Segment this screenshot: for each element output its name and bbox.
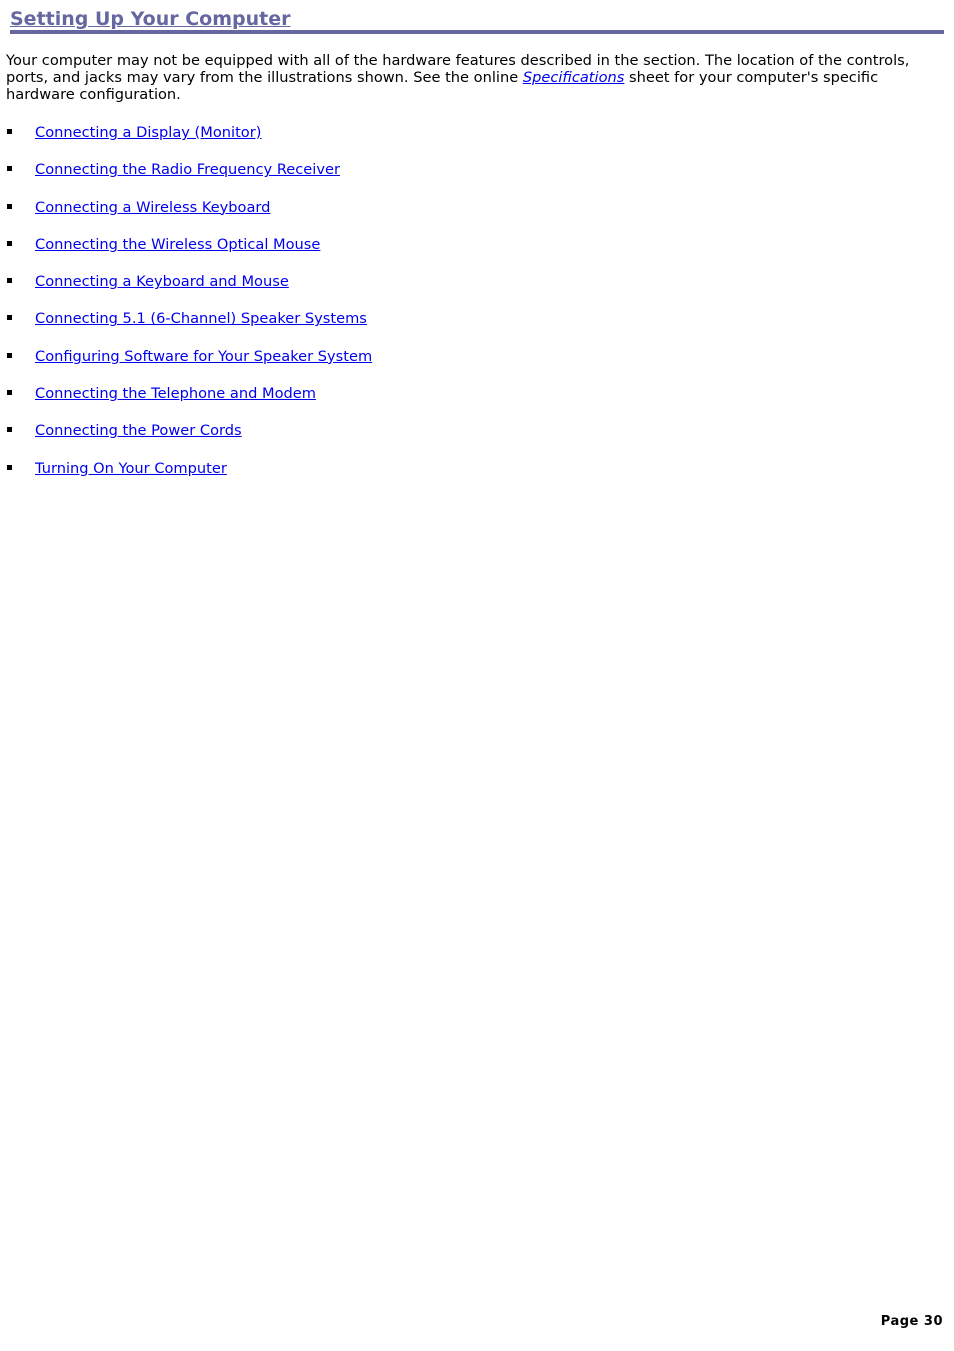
link-connecting-keyboard-mouse[interactable]: Connecting a Keyboard and Mouse <box>35 272 289 291</box>
specifications-link[interactable]: Specifications <box>523 69 625 86</box>
link-connecting-rf-receiver[interactable]: Connecting the Radio Frequency Receiver <box>35 160 340 179</box>
intro-paragraph: Your computer may not be equipped with a… <box>6 52 950 103</box>
bullet-icon <box>7 390 12 396</box>
bullet-icon <box>7 240 12 246</box>
page-number: Page 30 <box>880 1314 943 1329</box>
bullet-icon <box>7 427 12 433</box>
bullet-icon <box>7 464 12 470</box>
bullet-icon <box>7 203 12 209</box>
bullet-icon <box>7 166 12 172</box>
link-connecting-power-cords[interactable]: Connecting the Power Cords <box>35 421 242 440</box>
bullet-icon <box>7 278 12 284</box>
link-connecting-display[interactable]: Connecting a Display (Monitor) <box>35 123 261 142</box>
link-connecting-wireless-mouse[interactable]: Connecting the Wireless Optical Mouse <box>35 235 320 254</box>
link-connecting-telephone-modem[interactable]: Connecting the Telephone and Modem <box>35 384 316 403</box>
page-title[interactable]: Setting Up Your Computer <box>10 8 290 31</box>
bullet-icon <box>7 129 12 134</box>
link-connecting-wireless-keyboard[interactable]: Connecting a Wireless Keyboard <box>35 198 270 217</box>
link-configuring-speaker-software[interactable]: Configuring Software for Your Speaker Sy… <box>35 347 372 366</box>
bullet-icon <box>7 352 12 358</box>
link-connecting-speakers[interactable]: Connecting 5.1 (6-Channel) Speaker Syste… <box>35 309 367 328</box>
link-turning-on-computer[interactable]: Turning On Your Computer <box>35 459 227 478</box>
bullet-icon <box>7 315 12 321</box>
page-header: Setting Up Your Computer <box>10 8 944 34</box>
